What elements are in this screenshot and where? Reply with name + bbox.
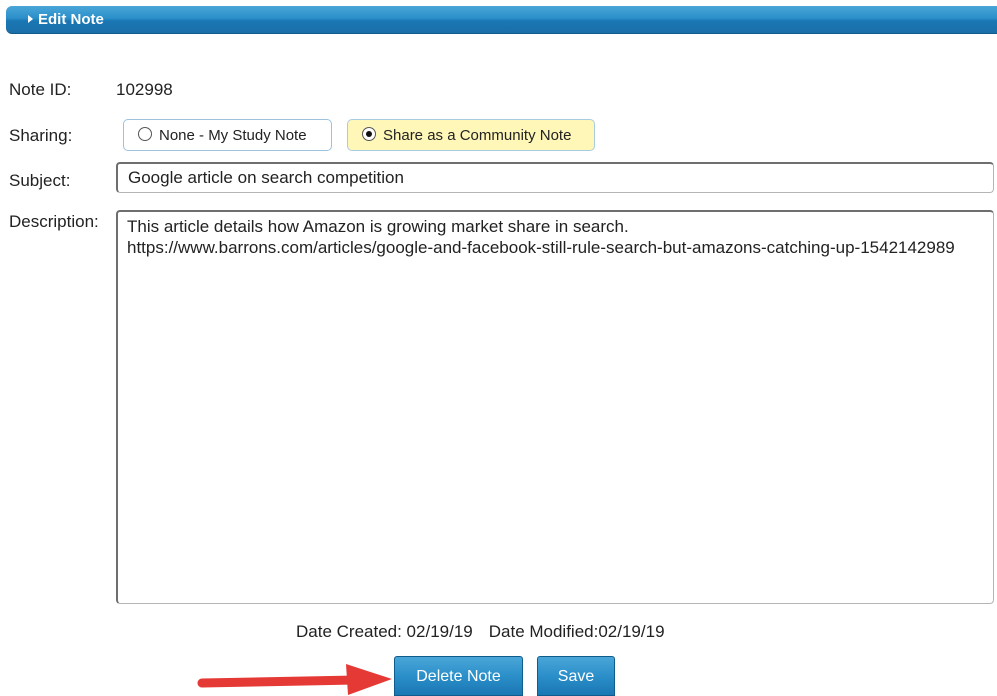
note-dates: Date Created: 02/19/19 Date Modified:02/1… <box>296 622 665 642</box>
date-modified: Date Modified:02/19/19 <box>488 622 665 641</box>
edit-note-page: Edit Note Note ID: 102998 Sharing: None … <box>0 0 997 696</box>
note-id-value: 102998 <box>116 80 173 99</box>
radio-unchecked-icon[interactable] <box>138 127 152 141</box>
sharing-option-community[interactable]: Share as a Community Note <box>347 119 595 151</box>
note-id-label: Note ID: <box>9 80 72 99</box>
radio-checked-icon[interactable] <box>362 127 376 141</box>
subject-label: Subject: <box>9 171 71 190</box>
sharing-label: Sharing: <box>9 126 73 145</box>
sharing-option-community-label: Share as a Community Note <box>383 127 572 144</box>
header-title: Edit Note <box>38 11 104 28</box>
delete-note-button[interactable]: Delete Note <box>394 656 523 696</box>
subject-input[interactable]: Google article on search competition <box>116 162 994 193</box>
description-textarea[interactable]: This article details how Amazon is growi… <box>116 210 994 604</box>
red-arrow-annotation-icon <box>197 664 392 695</box>
date-created: Date Created: 02/19/19 <box>296 622 473 641</box>
edit-note-header[interactable]: Edit Note <box>6 6 997 34</box>
sharing-option-none-label: None - My Study Note <box>159 127 307 144</box>
description-label: Description: <box>9 212 99 231</box>
expand-triangle-icon[interactable] <box>28 15 33 23</box>
save-button[interactable]: Save <box>537 656 615 696</box>
sharing-option-none[interactable]: None - My Study Note <box>123 119 332 151</box>
